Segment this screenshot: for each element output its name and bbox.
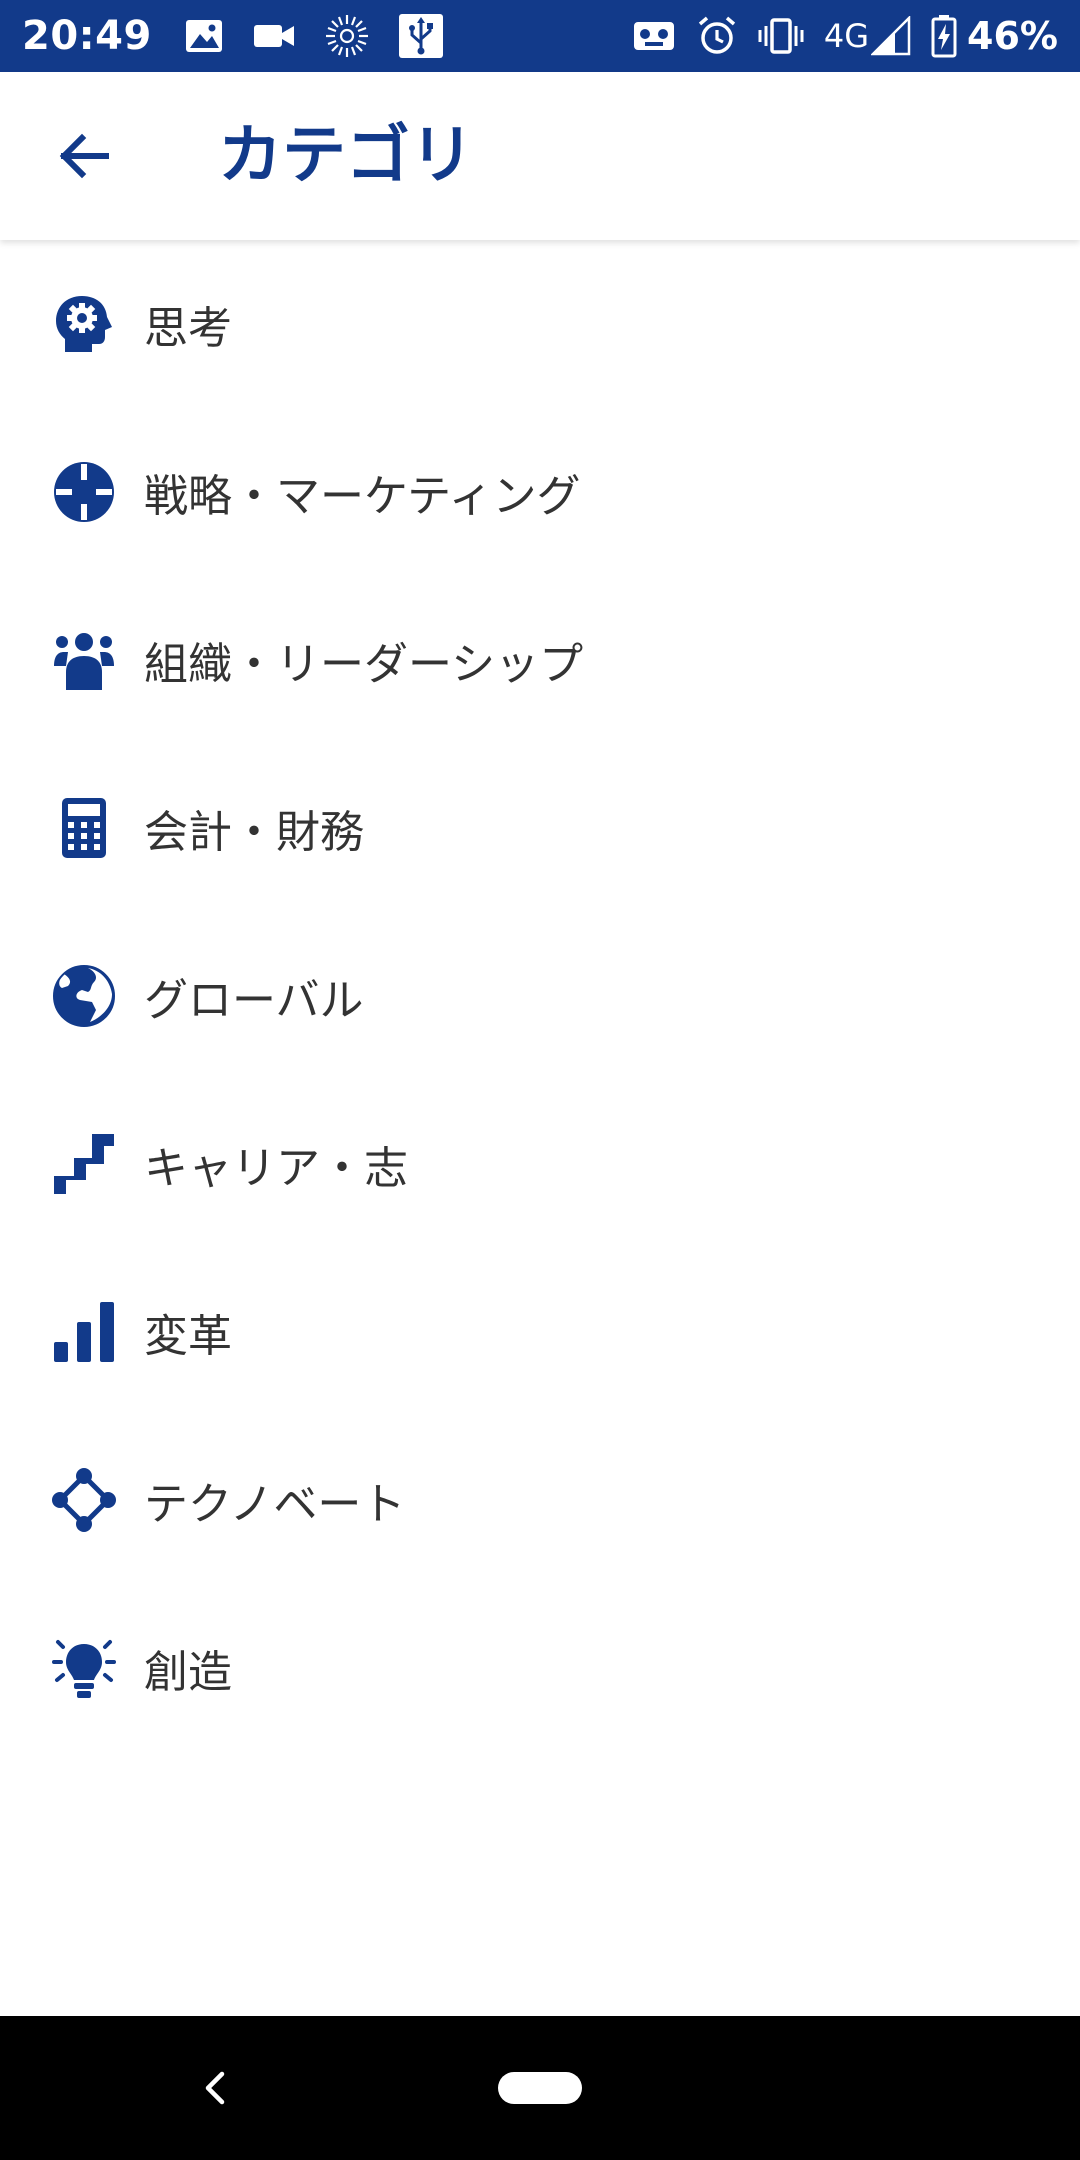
status-bar: 20:49 4G 46% xyxy=(0,0,1080,72)
voicemail-icon xyxy=(632,18,676,54)
usb-icon xyxy=(398,13,444,59)
category-item-accounting[interactable]: 会計・財務 xyxy=(0,744,1080,912)
category-label: テクノベート xyxy=(144,1479,406,1530)
category-label: 組織・リーダーシップ xyxy=(144,639,584,690)
status-right-icons: 4G 46% xyxy=(612,14,1058,58)
category-item-organization[interactable]: 組織・リーダーシップ xyxy=(0,576,1080,744)
category-label: 戦略・マーケティング xyxy=(144,471,581,522)
image-icon xyxy=(184,18,224,54)
category-item-thinking[interactable]: 思考 xyxy=(0,240,1080,408)
back-button[interactable] xyxy=(40,112,128,200)
category-list: 思考 戦略・マーケティング 組織・リーダーシップ 会計・財務 グローバル キャリ… xyxy=(0,240,1080,1752)
category-item-career[interactable]: キャリア・志 xyxy=(0,1080,1080,1248)
battery-charging-icon xyxy=(931,14,957,58)
chevron-left-icon xyxy=(205,2071,225,2105)
battery-percent: 46% xyxy=(967,14,1058,58)
vibrate-icon xyxy=(758,16,804,56)
category-item-creation[interactable]: 創造 xyxy=(0,1584,1080,1752)
alarm-icon xyxy=(696,15,738,57)
globe-icon xyxy=(50,962,118,1030)
category-item-change[interactable]: 変革 xyxy=(0,1248,1080,1416)
app-bar: カテゴリ xyxy=(0,72,1080,240)
status-time: 20:49 xyxy=(22,13,152,59)
group-icon xyxy=(50,626,118,694)
network-nodes-icon xyxy=(50,1466,118,1534)
system-nav-bar xyxy=(0,2016,1080,2160)
category-label: キャリア・志 xyxy=(144,1143,408,1194)
page-title: カテゴリ xyxy=(218,119,474,193)
arrow-left-icon xyxy=(59,133,109,179)
crosshair-icon xyxy=(50,458,118,526)
sunburst-icon xyxy=(324,13,370,59)
category-item-strategy[interactable]: 戦略・マーケティング xyxy=(0,408,1080,576)
category-item-global[interactable]: グローバル xyxy=(0,912,1080,1080)
head-gear-icon xyxy=(50,290,118,358)
category-label: 変革 xyxy=(144,1311,232,1362)
status-left-icons xyxy=(184,13,472,59)
category-label: 会計・財務 xyxy=(144,807,364,858)
screen: 20:49 4G 46% カテゴリ 思考 戦略・マーケティング 組織・リーダーシ… xyxy=(0,0,1080,2160)
signal-icon xyxy=(871,16,911,56)
bar-chart-icon xyxy=(50,1298,118,1366)
category-label: 創造 xyxy=(144,1647,232,1698)
category-item-technovate[interactable]: テクノベート xyxy=(0,1416,1080,1584)
calculator-icon xyxy=(50,794,118,862)
category-label: グローバル xyxy=(144,975,364,1026)
stairs-icon xyxy=(50,1130,118,1198)
lightbulb-icon xyxy=(50,1634,118,1702)
network-type: 4G xyxy=(823,17,870,55)
system-home-button[interactable] xyxy=(498,2072,582,2104)
video-camera-icon xyxy=(252,21,296,51)
system-back-button[interactable] xyxy=(180,2052,252,2124)
category-label: 思考 xyxy=(144,303,232,354)
